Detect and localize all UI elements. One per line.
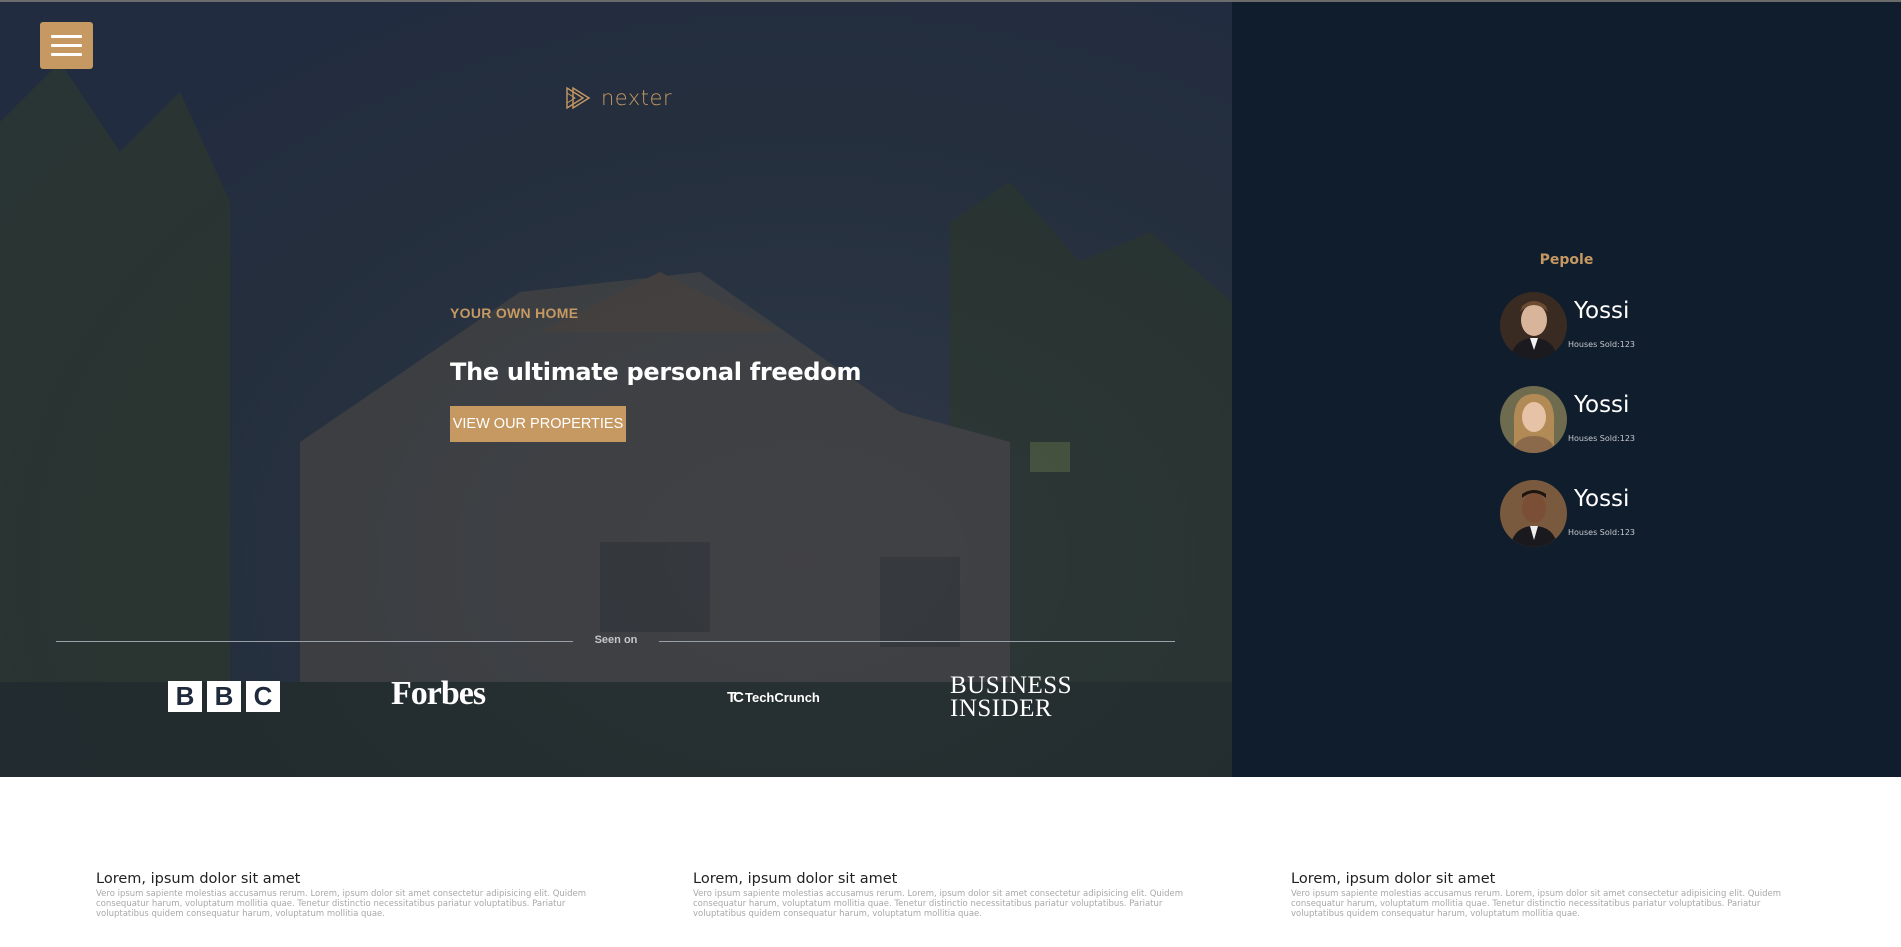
feature-text: Vero ipsum sapiente molestias accusamus …: [96, 889, 587, 919]
seen-on-label: Seen on: [594, 634, 638, 646]
seen-on-divider-left: [56, 641, 573, 642]
bbc-letter: B: [207, 681, 241, 712]
view-properties-button[interactable]: VIEW OUR PROPERTIES: [450, 406, 626, 442]
business-insider-logo: Business Insider: [950, 672, 1073, 722]
forbes-logo: Forbes: [391, 675, 486, 712]
realtor-card[interactable]: Yossi Houses Sold:123: [1500, 292, 1700, 362]
hero-subtitle: YOUR OWN HOME: [450, 305, 579, 321]
feature-title: Lorem, ipsum dolor sit amet: [693, 871, 898, 887]
realtor-houses-sold: Houses Sold:123: [1568, 528, 1636, 537]
bbc-logo: B B C: [168, 681, 280, 712]
realtor-houses-sold: Houses Sold:123: [1568, 340, 1636, 349]
menu-bar-top: [51, 35, 82, 38]
triangle-logo-icon: [566, 86, 591, 110]
hamburger-menu-button[interactable]: [40, 22, 93, 69]
bbc-letter: C: [246, 681, 280, 712]
business-insider-line1: Business: [950, 672, 1073, 699]
nexter-logo[interactable]: nexter: [565, 86, 672, 110]
feature-title: Lorem, ipsum dolor sit amet: [96, 871, 301, 887]
avatar: [1500, 386, 1567, 453]
hero-section: nexter YOUR OWN HOME The ultimate person…: [0, 2, 1232, 777]
techcrunch-logo: TC TechCrunch: [727, 689, 820, 706]
techcrunch-wordmark: TechCrunch: [745, 690, 820, 705]
techcrunch-mark: TC: [727, 689, 744, 706]
feature-item: Lorem, ipsum dolor sit amet Vero ipsum s…: [1291, 870, 1811, 919]
realtor-name: Yossi: [1574, 486, 1630, 512]
seen-on-divider-right: [659, 641, 1175, 642]
feature-text: Vero ipsum sapiente molestias accusamus …: [1291, 889, 1782, 919]
realtor-houses-sold: Houses Sold:123: [1568, 434, 1636, 443]
logo-text: nexter: [601, 86, 673, 110]
realtor-name: Yossi: [1574, 298, 1630, 324]
avatar: [1500, 480, 1567, 547]
bbc-letter: B: [168, 681, 202, 712]
feature-text: Vero ipsum sapiente molestias accusamus …: [693, 889, 1184, 919]
business-insider-line2: Insider: [950, 695, 1053, 722]
feature-item: Lorem, ipsum dolor sit amet Vero ipsum s…: [96, 870, 616, 919]
avatar: [1500, 292, 1567, 359]
realtor-card[interactable]: Yossi Houses Sold:123: [1500, 386, 1700, 456]
feature-item: Lorem, ipsum dolor sit amet Vero ipsum s…: [693, 870, 1213, 919]
menu-bar-bottom: [51, 53, 82, 56]
hero-title: The ultimate personal freedom: [450, 358, 862, 386]
realtor-card[interactable]: Yossi Houses Sold:123: [1500, 480, 1700, 550]
people-heading: Pepole: [1539, 252, 1594, 268]
realtor-name: Yossi: [1574, 392, 1630, 418]
feature-title: Lorem, ipsum dolor sit amet: [1291, 871, 1496, 887]
menu-bar-middle: [51, 44, 82, 47]
hero-background-house-image: [0, 62, 1232, 777]
